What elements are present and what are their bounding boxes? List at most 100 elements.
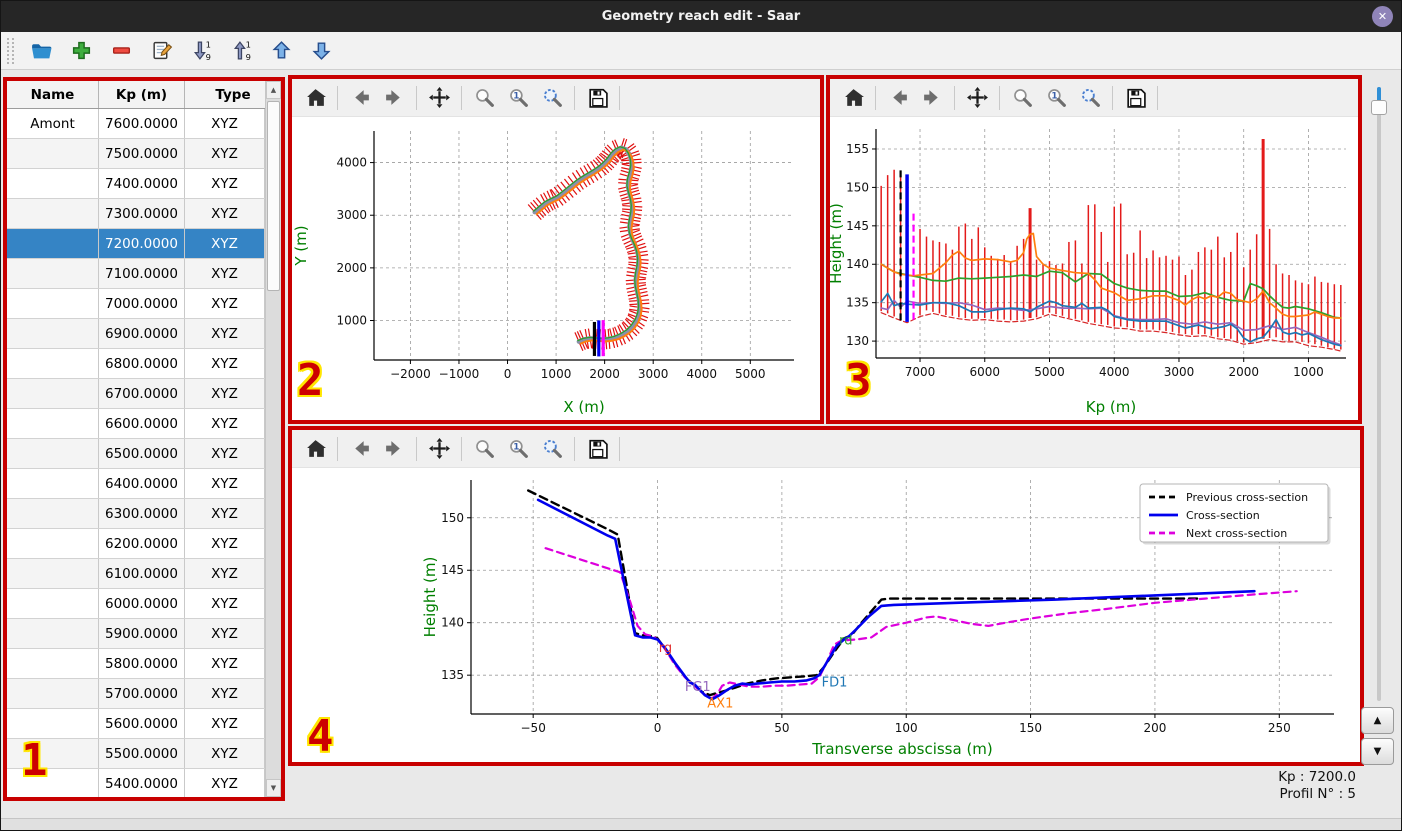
table-row[interactable]: 6100.0000 XYZ	[7, 559, 265, 589]
table-cell-name	[7, 439, 99, 468]
toolbar-separator	[875, 85, 876, 110]
table-cell-kp: 6600.0000	[99, 409, 185, 438]
zoom-button[interactable]	[469, 434, 499, 464]
table-cell-kp: 6400.0000	[99, 469, 185, 498]
save-icon	[1126, 88, 1146, 108]
table-row[interactable]: 5700.0000 XYZ	[7, 679, 265, 709]
forward-icon	[385, 440, 400, 456]
table-row[interactable]: 6700.0000 XYZ	[7, 379, 265, 409]
toolbar-separator	[337, 436, 338, 461]
svg-text:145: 145	[441, 563, 464, 577]
profile-table-panel: Name Kp (m) Type Amont 7600.0000 XYZ 7500.0…	[3, 77, 285, 801]
table-row[interactable]: 7200.0000 XYZ	[7, 229, 265, 259]
pan-button[interactable]	[962, 83, 992, 113]
toolbar-separator	[999, 85, 1000, 110]
table-row[interactable]: 6600.0000 XYZ	[7, 409, 265, 439]
table-row[interactable]: Amont 7600.0000 XYZ	[7, 109, 265, 139]
svg-text:1: 1	[246, 39, 251, 49]
svg-text:250: 250	[1268, 721, 1291, 735]
table-row[interactable]: 6300.0000 XYZ	[7, 499, 265, 529]
home-button[interactable]	[838, 83, 868, 113]
table-row[interactable]: 5900.0000 XYZ	[7, 619, 265, 649]
back-button[interactable]	[345, 434, 375, 464]
forward-button[interactable]	[379, 434, 409, 464]
table-row[interactable]: 5800.0000 XYZ	[7, 649, 265, 679]
table-row[interactable]: 6900.0000 XYZ	[7, 319, 265, 349]
table-row[interactable]: 7500.0000 XYZ	[7, 139, 265, 169]
save-button[interactable]	[1120, 83, 1150, 113]
toolbar-separator	[416, 85, 417, 110]
zoom-button[interactable]	[1007, 83, 1037, 113]
remove-button[interactable]	[108, 36, 138, 66]
zoom-button[interactable]	[469, 83, 499, 113]
edit-button[interactable]	[148, 36, 178, 66]
pan-button[interactable]	[424, 434, 454, 464]
add-button[interactable]	[68, 36, 98, 66]
zoom-one-button[interactable]: 1	[503, 83, 533, 113]
forward-button[interactable]	[379, 83, 409, 113]
forward-button[interactable]	[917, 83, 947, 113]
table-cell-kp: 6500.0000	[99, 439, 185, 468]
table-row[interactable]: 5500.0000 XYZ	[7, 739, 265, 769]
table-row[interactable]: 7000.0000 XYZ	[7, 289, 265, 319]
svg-text:1000: 1000	[541, 367, 572, 381]
move-down-button[interactable]	[308, 36, 338, 66]
svg-text:145: 145	[846, 219, 869, 233]
svg-text:4000: 4000	[686, 367, 717, 381]
pan-button[interactable]	[424, 83, 454, 113]
toolbar-separator	[461, 436, 462, 461]
svg-text:140: 140	[846, 257, 869, 271]
svg-text:Height (m): Height (m)	[830, 203, 845, 284]
toolbar-drag-handle[interactable]	[7, 37, 14, 64]
table-row[interactable]: 7100.0000 XYZ	[7, 259, 265, 289]
sort-descending-button[interactable]: 19	[188, 36, 218, 66]
svg-text:0: 0	[654, 721, 662, 735]
open-button[interactable]	[28, 36, 58, 66]
back-button[interactable]	[883, 83, 913, 113]
zoom-one-button[interactable]: 1	[1041, 83, 1071, 113]
table-row[interactable]: 7400.0000 XYZ	[7, 169, 265, 199]
table-row[interactable]: 5600.0000 XYZ	[7, 709, 265, 739]
zoom-all-button[interactable]	[537, 434, 567, 464]
table-row[interactable]: 6400.0000 XYZ	[7, 469, 265, 499]
home-button[interactable]	[300, 83, 330, 113]
back-button[interactable]	[345, 83, 375, 113]
save-button[interactable]	[582, 434, 612, 464]
profile-slider[interactable]	[1369, 87, 1389, 701]
table-scrollbar[interactable]: ▲ ▼	[265, 81, 281, 797]
table-row[interactable]: 5400.0000 XYZ	[7, 769, 265, 797]
table-cell-name	[7, 709, 99, 738]
svg-text:−1000: −1000	[439, 367, 480, 381]
table-cell-name	[7, 649, 99, 678]
table-row[interactable]: 6200.0000 XYZ	[7, 529, 265, 559]
move-down-icon	[312, 42, 331, 60]
table-cell-type: XYZ	[185, 439, 265, 468]
zoom-one-button[interactable]: 1	[503, 434, 533, 464]
profile-down-button[interactable]: ▼	[1361, 738, 1394, 765]
table-row[interactable]: 6500.0000 XYZ	[7, 439, 265, 469]
table-cell-type: XYZ	[185, 409, 265, 438]
sort-ascending-button[interactable]: 19	[228, 36, 258, 66]
table-row[interactable]: 6800.0000 XYZ	[7, 349, 265, 379]
table-row[interactable]: 7300.0000 XYZ	[7, 199, 265, 229]
close-button[interactable]: ✕	[1372, 6, 1393, 27]
svg-text:2000: 2000	[589, 367, 620, 381]
scrollbar-thumb[interactable]	[267, 101, 280, 291]
longitudinal-profile-chart: 7000 6000 5000 4000 3000 2000 1000 130 135 140 145…	[830, 117, 1358, 420]
status-bar	[1, 818, 1401, 830]
home-button[interactable]	[300, 434, 330, 464]
column-header-kp[interactable]: Kp (m)	[99, 81, 185, 108]
table-cell-kp: 5900.0000	[99, 619, 185, 648]
save-button[interactable]	[582, 83, 612, 113]
move-up-button[interactable]	[268, 36, 298, 66]
scroll-down-button[interactable]: ▼	[266, 779, 281, 797]
scroll-up-button[interactable]: ▲	[266, 81, 281, 99]
column-header-name[interactable]: Name	[7, 81, 99, 108]
svg-text:Next cross-section: Next cross-section	[1186, 527, 1287, 540]
profile-up-button[interactable]: ▲	[1361, 707, 1394, 734]
slider-handle[interactable]	[1371, 100, 1387, 115]
open-icon	[32, 44, 52, 59]
zoom-all-button[interactable]	[537, 83, 567, 113]
table-row[interactable]: 6000.0000 XYZ	[7, 589, 265, 619]
zoom-all-button[interactable]	[1075, 83, 1105, 113]
